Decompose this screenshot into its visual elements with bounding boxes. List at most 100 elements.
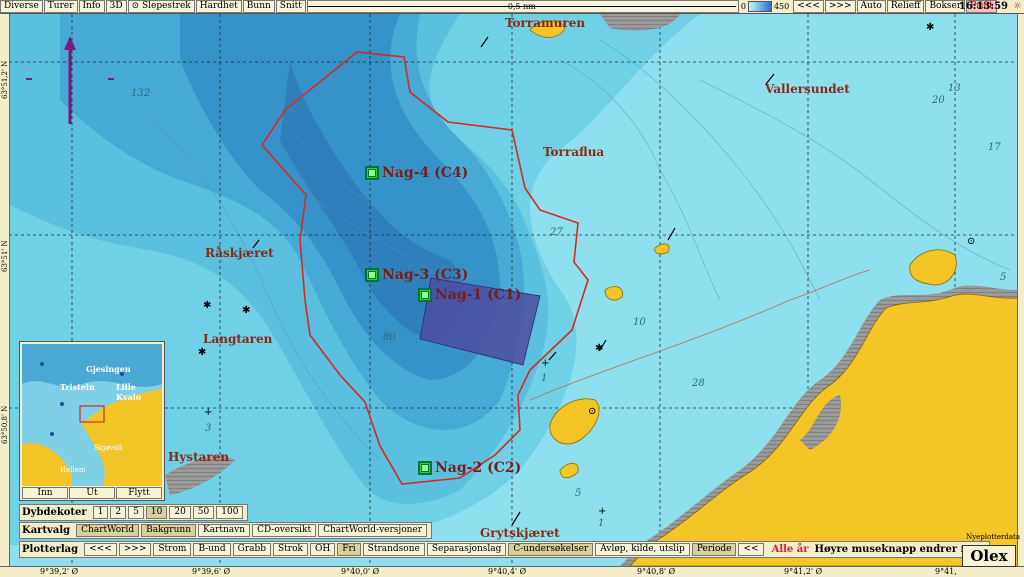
depth-label: 13: [948, 83, 961, 94]
b-und-button[interactable]: B-und: [193, 543, 231, 556]
strom-button[interactable]: Strom: [153, 543, 192, 556]
kartvalg-panel: Kartvalg ChartWorld Bakgrunn Kartnavn CD…: [19, 522, 433, 539]
oh-button[interactable]: OH: [309, 543, 336, 556]
lon-label-7: 9°41,: [935, 567, 957, 576]
fri-button[interactable]: Fri: [337, 543, 361, 556]
station-marker-icon: [365, 268, 379, 282]
site-label: Nag-3 (C3): [382, 267, 469, 283]
chartworld-button[interactable]: ChartWorld: [76, 524, 140, 537]
depth-scale-max: 450: [773, 2, 790, 11]
auto-button[interactable]: Auto: [856, 0, 886, 13]
depth-contour-20[interactable]: 20: [169, 506, 191, 519]
svg-text:✱: ✱: [203, 300, 211, 311]
site-label: Nag-1 (C1): [435, 287, 522, 303]
relieff-button[interactable]: Relieff: [886, 0, 925, 13]
svg-text:✱: ✱: [242, 305, 250, 316]
depth-label: 1: [541, 373, 548, 384]
station-marker-icon: [418, 461, 432, 475]
svg-text:+: +: [598, 506, 606, 517]
scale-bar: 0,5 nm: [306, 0, 739, 13]
svg-text:✱: ✱: [926, 22, 934, 33]
place-langtaren: Langtaren: [203, 332, 273, 346]
site-label: Nag-4 (C4): [382, 165, 469, 181]
depth-contour-50[interactable]: 50: [192, 506, 215, 519]
info-button[interactable]: Info: [78, 0, 105, 13]
minimap-view[interactable]: Gjesingen Tristein Lille Kvalo Hellem Sk…: [22, 344, 162, 486]
target-icon: ⊙: [131, 1, 142, 11]
depth-label: 20: [932, 95, 945, 106]
depth-label: 17: [988, 142, 1001, 153]
lon-label-2: 9°39,6' Ø: [192, 567, 231, 576]
plotdata-label: Nyeplotterdata: [966, 533, 1020, 541]
svg-text:+: +: [204, 407, 212, 418]
depth-label: 1: [598, 518, 605, 529]
periode-back-button[interactable]: <<: [738, 543, 764, 556]
longitude-ruler: 9°39,2' Ø 9°39,6' Ø 9°40,0' Ø 9°40,4' Ø …: [0, 566, 1024, 577]
diverse-button[interactable]: Diverse: [0, 0, 43, 13]
nav-back-button[interactable]: <<<: [793, 0, 824, 13]
depth-color-bar[interactable]: [747, 1, 772, 12]
depth-label: 5: [1000, 272, 1007, 283]
latitude-ruler: 63°51,2' N 63°51' N 63°50,8' N: [0, 14, 10, 566]
bakgrunn-button[interactable]: Bakgrunn: [141, 524, 196, 537]
strandsone-button[interactable]: Strandsone: [362, 543, 425, 556]
svg-text:✱: ✱: [198, 347, 206, 358]
site-nag-1[interactable]: Nag-1 (C1): [418, 287, 521, 303]
alle-ar-label[interactable]: Alle år: [772, 544, 809, 555]
depth-label: 5: [575, 488, 582, 499]
depth-contour-100[interactable]: 100: [216, 506, 244, 519]
station-marker-icon: [365, 166, 379, 180]
bunn-button[interactable]: Bunn: [242, 0, 275, 13]
slepestrek-button[interactable]: ⊙ Slepestrek: [127, 0, 195, 13]
chartworld-versjoner-button[interactable]: ChartWorld-versjoner: [318, 524, 428, 537]
depth-scale-min: 0: [740, 2, 746, 11]
cd-oversikt-button[interactable]: CD-oversikt: [252, 524, 317, 537]
depth-contour-2[interactable]: 2: [110, 506, 127, 519]
move-button[interactable]: Flytt: [116, 487, 162, 499]
place-grytskjaeret: Grytskjæret: [480, 526, 560, 540]
lon-label-6: 9°41,2' Ø: [784, 567, 823, 576]
periode-button[interactable]: Periode: [691, 543, 737, 556]
avlop-button[interactable]: Avløp, kilde, utslip: [595, 543, 690, 556]
olex-logo: Olex: [962, 545, 1016, 567]
depth-label: 132: [131, 88, 151, 99]
hardhet-button[interactable]: Hardhet: [195, 0, 242, 13]
zoom-in-button[interactable]: Inn: [22, 487, 68, 499]
depth-contour-5[interactable]: 5: [128, 506, 144, 519]
depth-label: 10: [633, 317, 646, 328]
clock: 16:13:59: [958, 1, 1008, 12]
site-label: Nag-2 (C2): [435, 460, 522, 476]
zoom-out-button[interactable]: Ut: [69, 487, 115, 499]
lon-label-4: 9°40,4' Ø: [488, 567, 527, 576]
minimap-controls: Inn Ut Flytt: [22, 487, 163, 499]
overview-minimap: Gjesingen Tristein Lille Kvalo Hellem Sk…: [19, 341, 165, 501]
kartvalg-label: Kartvalg: [22, 525, 71, 536]
place-raskjaeret: Råskjæret: [205, 246, 274, 260]
plot-forward-button[interactable]: >>>: [118, 543, 152, 556]
site-nag-2[interactable]: Nag-2 (C2): [418, 460, 521, 476]
top-toolbar: Diverse Turer Info 3D ⊙ Slepestrek Hardh…: [0, 0, 1024, 14]
kartnavn-button[interactable]: Kartnavn: [198, 524, 251, 537]
strok-button[interactable]: Strok: [273, 543, 308, 556]
svg-text:⊙: ⊙: [588, 406, 596, 417]
plotterlag-panel: Plotterlag <<< >>> Strom B-und Grabb Str…: [19, 541, 991, 558]
separasjonslag-button[interactable]: Separasjonslag: [426, 543, 507, 556]
snitt-button[interactable]: Snitt: [275, 0, 306, 13]
svg-text:⊙: ⊙: [967, 236, 975, 247]
depth-label: 80: [383, 332, 396, 343]
turer-button[interactable]: Turer: [43, 0, 78, 13]
depth-label: 3: [205, 423, 212, 434]
plot-back-button[interactable]: <<<: [84, 543, 117, 556]
minimap-label: Skjøvoll: [94, 444, 123, 452]
plotterlag-label: Plotterlag: [22, 544, 79, 555]
depth-label: 28: [692, 378, 705, 389]
3d-button[interactable]: 3D: [105, 0, 127, 13]
site-nag-4[interactable]: Nag-4 (C4): [365, 165, 468, 181]
c-undersokelser-button[interactable]: C-undersøkelser: [508, 543, 594, 556]
depth-contour-10[interactable]: 10: [145, 506, 168, 519]
depth-contour-1[interactable]: 1: [92, 506, 109, 519]
site-nag-3[interactable]: Nag-3 (C3): [365, 267, 468, 283]
grabb-button[interactable]: Grabb: [232, 543, 272, 556]
svg-text:✱: ✱: [595, 343, 603, 354]
nav-forward-button[interactable]: >>>: [824, 0, 856, 13]
